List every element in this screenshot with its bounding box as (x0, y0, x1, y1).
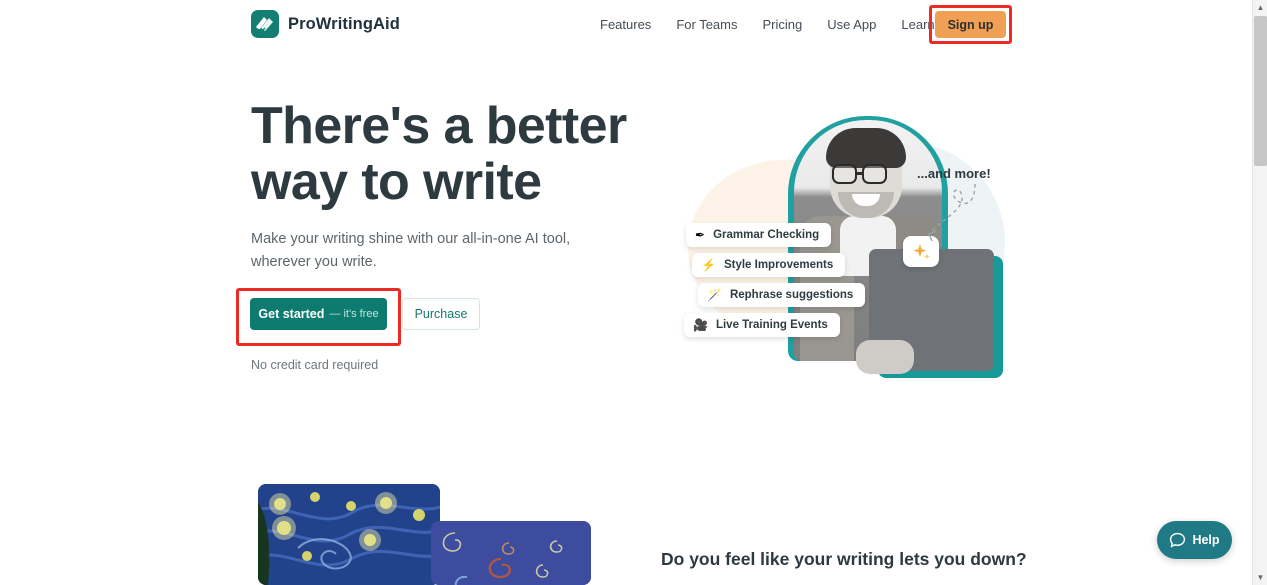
nav-features[interactable]: Features (600, 15, 651, 35)
feature-pill-style-improvements: ⚡ Style Improvements (692, 253, 846, 277)
lightning-bolt-icon: ⚡ (701, 258, 716, 272)
hero-title-line-1: There's a better (251, 97, 627, 155)
feature-pill-grammar-checking: ✒ Grammar Checking (686, 223, 832, 247)
video-camera-icon: 🎥 (693, 318, 708, 332)
hand (856, 340, 914, 374)
vertical-scrollbar[interactable]: ▲ ▼ (1252, 0, 1267, 585)
page-title: There's a better way to write (251, 98, 641, 210)
feature-label: Grammar Checking (713, 229, 820, 241)
get-started-button[interactable]: Get started — it's free (250, 298, 387, 330)
and-more-label: ...and more! (917, 166, 991, 181)
site-header: ProWritingAid Features For Teams Pricing… (0, 0, 1252, 50)
glasses-left-lens (832, 164, 857, 184)
scroll-up-arrow-icon[interactable]: ▲ (1253, 0, 1267, 15)
book-logo-icon (251, 10, 279, 38)
starry-night-artwork (258, 484, 440, 585)
feature-pill-rephrase-suggestions: 🪄 Rephrase suggestions (698, 283, 866, 307)
browser-page: ProWritingAid Features For Teams Pricing… (0, 0, 1267, 585)
help-label: Help (1192, 533, 1220, 547)
section-question-heading: Do you feel like your writing lets you d… (661, 549, 1027, 569)
signup-button[interactable]: Sign up (935, 11, 1006, 38)
hero-title-line-2: way to write (251, 153, 542, 211)
pencil-icon: ✒ (695, 228, 706, 242)
page-viewport: ProWritingAid Features For Teams Pricing… (0, 0, 1252, 585)
feature-pill-live-training-events: 🎥 Live Training Events (684, 313, 840, 337)
scrollbar-thumb[interactable] (1254, 16, 1267, 166)
hero-subtitle: Make your writing shine with our all-in-… (251, 228, 581, 274)
get-started-label: Get started (258, 307, 325, 321)
magic-wand-icon: 🪄 (707, 288, 722, 302)
nav-use-app[interactable]: Use App (827, 15, 876, 35)
dotted-arrow-icon (928, 183, 976, 242)
scroll-down-arrow-icon[interactable]: ▼ (1253, 570, 1267, 585)
no-credit-card-note: No credit card required (251, 358, 379, 372)
feature-label: Style Improvements (723, 259, 834, 271)
nav-pricing[interactable]: Pricing (762, 15, 802, 35)
brand-logo[interactable]: ProWritingAid (251, 10, 400, 38)
chat-bubble-icon (1170, 532, 1186, 547)
signup-annotation-box: Sign up (929, 5, 1012, 44)
hero-subtitle-line-1: Make your writing shine with our all-in-… (251, 231, 571, 247)
purchase-button[interactable]: Purchase (402, 298, 480, 330)
feature-label: Live Training Events (715, 319, 828, 331)
help-button[interactable]: Help (1157, 521, 1232, 559)
glasses-bridge (857, 172, 862, 175)
nav-for-teams[interactable]: For Teams (676, 15, 737, 35)
glasses-right-lens (862, 164, 887, 184)
hero-illustration: ...and more! ✒ Grammar Checking ⚡ Style … (660, 108, 1005, 378)
hero-subtitle-line-2: wherever you write. (251, 254, 377, 270)
brand-name: ProWritingAid (288, 14, 400, 33)
hair (826, 128, 906, 168)
get-started-suffix: — it's free (329, 308, 379, 320)
blue-swirl-artwork (431, 521, 591, 585)
feature-label: Rephrase suggestions (729, 289, 854, 301)
